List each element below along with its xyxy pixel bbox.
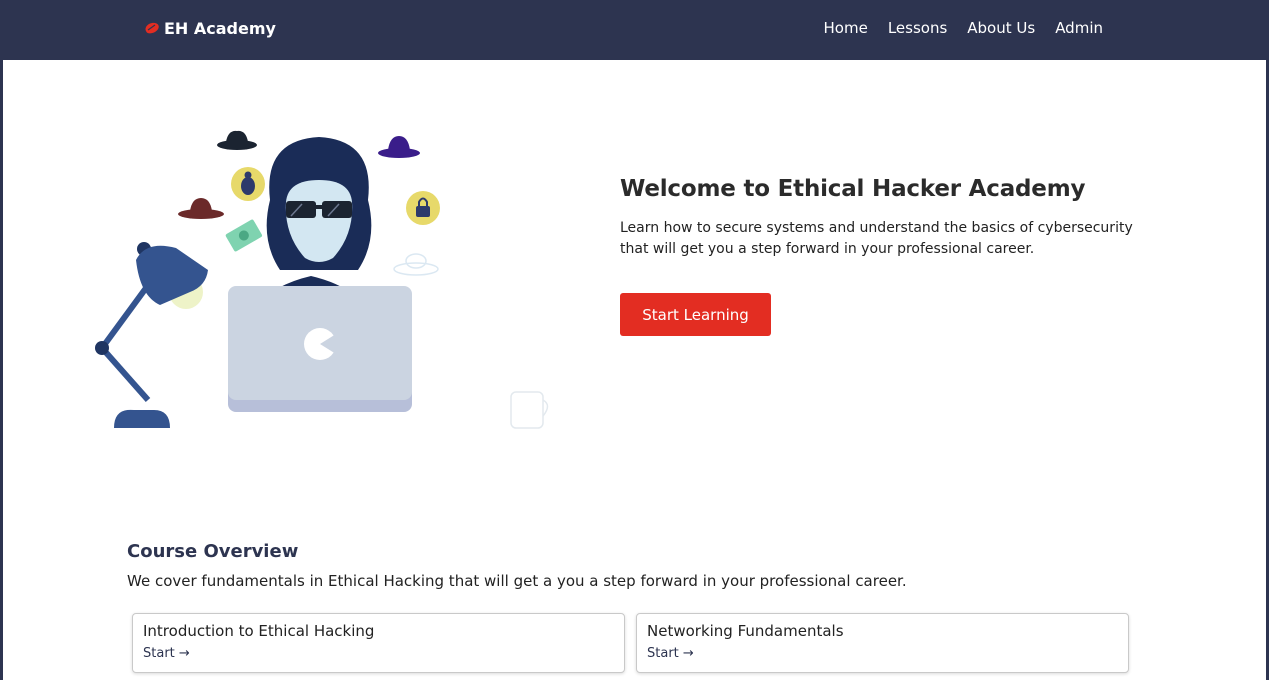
nav-home[interactable]: Home (824, 17, 868, 39)
nav-lessons[interactable]: Lessons (888, 17, 947, 39)
hero-subtitle: Learn how to secure systems and understa… (620, 220, 1133, 257)
course-start-link[interactable]: Start → (143, 646, 190, 661)
course-card-title: Introduction to Ethical Hacking (143, 622, 375, 640)
bug-badge-icon (231, 167, 265, 201)
nav-admin[interactable]: Admin (1055, 17, 1103, 39)
hero-section: Welcome to Ethical Hacker Academy Learn … (620, 176, 1150, 336)
brand-name: EH Academy (164, 18, 276, 38)
cloud-icon (393, 253, 439, 276)
brand-link[interactable]: EH Academy (143, 17, 276, 39)
purple-hat-icon (378, 136, 420, 158)
course-overview-title: Course Overview (127, 541, 299, 562)
money-icon (225, 219, 262, 252)
course-start-link[interactable]: Start → (647, 646, 694, 661)
coffee-cup-icon (510, 391, 549, 429)
course-card-list: Introduction to Ethical Hacking Start → … (132, 613, 1129, 673)
navbar: EH Academy Home Lessons About Us Admin (0, 0, 1269, 60)
nav-about-us[interactable]: About Us (967, 17, 1035, 39)
hacker-illustration (95, 130, 549, 429)
start-learning-button[interactable]: Start Learning (620, 293, 771, 336)
course-card[interactable]: Introduction to Ethical Hacking Start → (132, 613, 625, 673)
course-overview-section: Course Overview We cover fundamentals in… (127, 541, 1137, 673)
red-hat-icon (178, 198, 224, 219)
desk-lamp-icon (95, 242, 208, 428)
brand-logo-icon (145, 22, 159, 34)
black-hat-icon (217, 130, 257, 150)
nav-menu: Home Lessons About Us Admin (824, 17, 1103, 39)
laptop-icon (228, 286, 412, 412)
window-left-border (0, 0, 3, 680)
hero-title: Welcome to Ethical Hacker Academy (620, 176, 1086, 202)
course-card[interactable]: Networking Fundamentals Start → (636, 613, 1129, 673)
lock-badge-icon (406, 191, 440, 225)
course-overview-description: We cover fundamentals in Ethical Hacking… (127, 572, 907, 590)
course-card-title: Networking Fundamentals (647, 622, 844, 640)
